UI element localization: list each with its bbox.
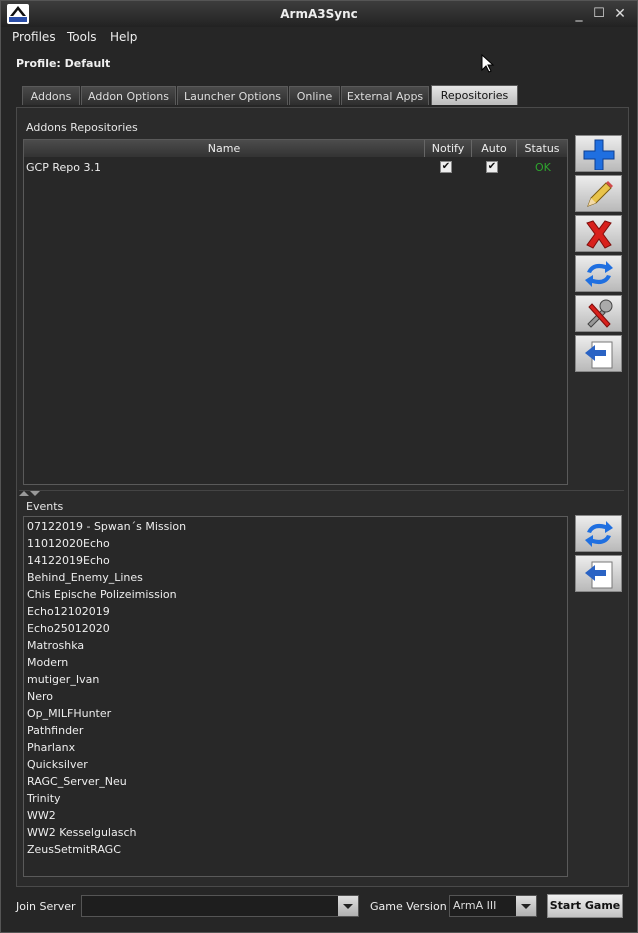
notify-checkbox[interactable]: ✔ [440, 161, 452, 173]
chevron-down-icon[interactable] [338, 896, 358, 916]
list-item[interactable]: Quicksilver [27, 758, 88, 771]
join-server-select[interactable] [81, 895, 359, 917]
profile-label: Profile: Default [16, 57, 111, 70]
addons-repositories-label: Addons Repositories [26, 121, 138, 134]
list-item[interactable]: ZeusSetmitRAGC [27, 843, 121, 856]
splitter[interactable] [19, 490, 624, 497]
list-item[interactable]: 07122019 - Spwan´s Mission [27, 520, 186, 533]
list-item[interactable]: Pharlanx [27, 741, 75, 754]
list-item[interactable]: Pathfinder [27, 724, 83, 737]
delete-icon [586, 220, 612, 249]
list-item[interactable]: 11012020Echo [27, 537, 110, 550]
list-item[interactable]: Op_MILFHunter [27, 707, 111, 720]
chevron-down-icon[interactable] [516, 896, 536, 916]
list-item[interactable]: Modern [27, 656, 68, 669]
upload-events-button[interactable] [575, 555, 622, 592]
collapse-up-icon[interactable] [19, 491, 29, 496]
tab-addon-options[interactable]: Addon Options [81, 86, 176, 105]
add-icon [583, 139, 615, 170]
repository-settings-button[interactable] [575, 295, 622, 332]
list-item[interactable]: WW2 [27, 809, 56, 822]
minimize-button[interactable]: _ [570, 5, 588, 23]
repo-name[interactable]: GCP Repo 3.1 [26, 161, 101, 174]
tab-online[interactable]: Online [289, 86, 340, 105]
list-item[interactable]: Trinity [27, 792, 61, 805]
tab-addons[interactable]: Addons [22, 86, 80, 105]
repo-status: OK [535, 161, 551, 174]
list-item[interactable]: Nero [27, 690, 53, 703]
add-repository-button[interactable] [575, 135, 622, 172]
repositories-table[interactable]: Name Notify Auto Status GCP Repo 3.1 ✔ ✔… [23, 139, 568, 485]
list-item[interactable]: RAGC_Server_Neu [27, 775, 127, 788]
settings-icon [587, 299, 613, 328]
column-header-auto[interactable]: Auto [472, 140, 517, 157]
auto-checkbox[interactable]: ✔ [486, 161, 498, 173]
list-item[interactable]: WW2 Kesselgulasch [27, 826, 136, 839]
menu-help[interactable]: Help [110, 30, 137, 44]
join-server-label: Join Server [16, 900, 76, 913]
tab-repositories[interactable]: Repositories [431, 85, 518, 105]
column-header-notify[interactable]: Notify [425, 140, 472, 157]
maximize-button[interactable]: ☐ [590, 5, 608, 23]
list-item[interactable]: 14122019Echo [27, 554, 110, 567]
menu-tools[interactable]: Tools [67, 30, 97, 44]
mouse-cursor-icon [481, 54, 495, 73]
list-item[interactable]: Chis Epische Polizeimission [27, 588, 177, 601]
list-item[interactable]: Behind_Enemy_Lines [27, 571, 143, 584]
menu-profiles[interactable]: Profiles [12, 30, 56, 44]
upload-icon [585, 341, 613, 369]
app-window: ArmA3Sync _ ☐ ✕ Profiles Tools Help Prof… [0, 0, 638, 933]
game-version-label: Game Version [370, 900, 447, 913]
list-item[interactable]: Echo25012020 [27, 622, 110, 635]
edit-icon [587, 181, 613, 207]
close-button[interactable]: ✕ [611, 5, 629, 23]
window-title: ArmA3Sync [280, 7, 358, 21]
sync-icon [585, 521, 613, 547]
events-label: Events [26, 500, 64, 513]
upload-repository-button[interactable] [575, 335, 622, 372]
events-list[interactable]: 07122019 - Spwan´s Mission 11012020Echo … [23, 516, 568, 877]
menu-bar: Profiles Tools Help [1, 28, 637, 48]
game-version-value: ArmA III [453, 899, 497, 912]
sync-icon [585, 261, 613, 287]
edit-repository-button[interactable] [575, 175, 622, 212]
list-item[interactable]: mutiger_Ivan [27, 673, 99, 686]
sync-repository-button[interactable] [575, 255, 622, 292]
sync-events-button[interactable] [575, 515, 622, 552]
start-game-button[interactable]: Start Game [547, 894, 623, 918]
collapse-down-icon[interactable] [30, 491, 40, 496]
delete-repository-button[interactable] [575, 215, 622, 252]
list-item[interactable]: Matroshka [27, 639, 84, 652]
tab-external-apps[interactable]: External Apps [341, 86, 429, 105]
title-bar[interactable]: ArmA3Sync _ ☐ ✕ [1, 1, 637, 27]
column-header-name[interactable]: Name [24, 140, 425, 157]
game-version-select[interactable]: ArmA III [449, 895, 537, 917]
tab-launcher-options[interactable]: Launcher Options [177, 86, 288, 105]
column-header-status[interactable]: Status [517, 140, 567, 157]
upload-icon [585, 561, 613, 589]
list-item[interactable]: Echo12102019 [27, 605, 110, 618]
